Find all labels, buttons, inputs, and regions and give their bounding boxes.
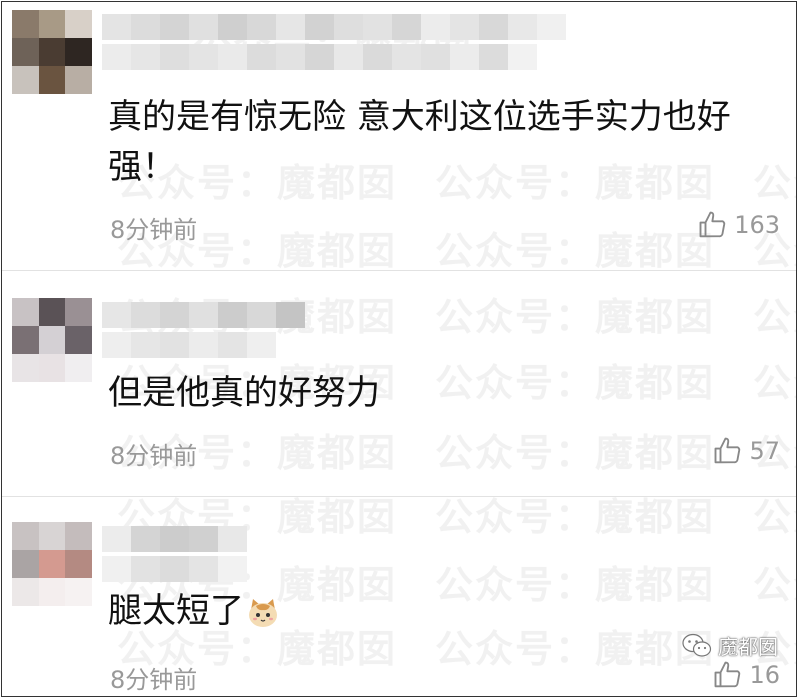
thumbs-up-icon	[699, 211, 726, 238]
like-count: 163	[734, 211, 780, 239]
watermark-row: 公众号：魔都囡公众号：魔都囡公众号：魔都囡	[117, 431, 796, 475]
comment-time: 8分钟前	[110, 216, 198, 244]
avatar[interactable]	[12, 522, 92, 606]
comment-text-content: 腿太短了	[108, 591, 244, 631]
comment-time: 8分钟前	[110, 442, 198, 470]
comment-text: 但是他真的好努力	[108, 373, 380, 413]
avatar[interactable]	[12, 298, 92, 382]
account-name: 魔都囡	[718, 635, 778, 659]
username-blurred[interactable]	[102, 526, 247, 582]
comment-text: 真的是有惊无险 意大利这位选手实力也好强！	[108, 97, 731, 187]
divider	[2, 270, 796, 271]
like-button[interactable]: 16	[713, 660, 780, 690]
comment-time: 8分钟前	[110, 666, 198, 694]
like-button[interactable]: 163	[698, 210, 780, 240]
account-logo: 魔都囡	[682, 631, 778, 660]
avatar[interactable]	[12, 10, 92, 94]
like-button[interactable]: 57	[713, 436, 780, 466]
thumbs-up-icon	[715, 661, 741, 688]
like-count: 16	[749, 661, 780, 689]
comment-text: 腿太短了	[108, 586, 788, 636]
like-count: 57	[749, 437, 780, 465]
thumbs-up-icon	[715, 437, 741, 464]
username-blurred[interactable]	[102, 14, 566, 70]
username-blurred[interactable]	[102, 302, 305, 358]
cat-face-emoji-icon	[249, 598, 277, 627]
wechat-icon	[682, 633, 712, 657]
watermark-row: 公众号：魔都囡公众号：魔都囡公众号：魔都囡	[117, 229, 796, 273]
divider	[2, 496, 796, 497]
comment-screenshot-frame: 公众号：魔都囡公众号：魔都囡公众号：魔都囡 公众号：魔都囡公众号：魔都囡公众号：…	[1, 1, 797, 697]
